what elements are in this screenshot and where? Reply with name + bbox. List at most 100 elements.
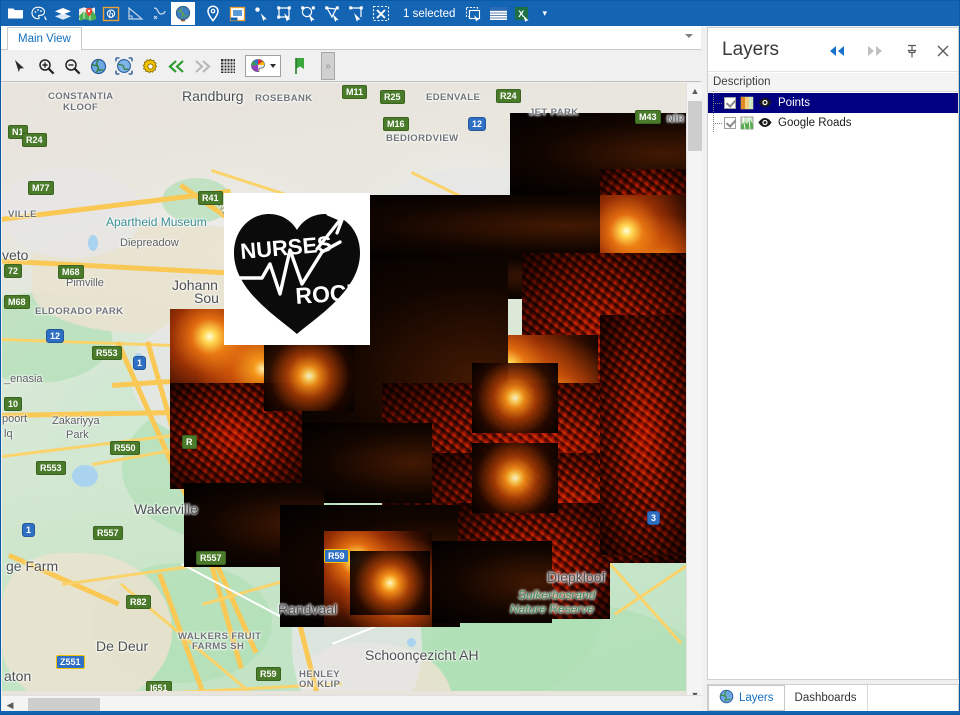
layer-row-points[interactable]: Points xyxy=(708,91,958,113)
map-route-shield: 10 xyxy=(4,397,23,411)
clear-selection-icon[interactable] xyxy=(369,2,393,25)
map-route-shield: Z551 xyxy=(56,655,85,669)
map-route-shield: 12 xyxy=(46,329,65,343)
basemap-icon[interactable]: b xyxy=(99,2,123,25)
map-vertical-scrollbar[interactable]: ▲ ▼ xyxy=(686,83,702,703)
close-panel-button[interactable] xyxy=(932,40,954,62)
ribbon-overflow-caret[interactable]: ▾ xyxy=(542,8,547,19)
map-layer-icon xyxy=(740,116,754,130)
map-color-palette-dropdown[interactable] xyxy=(245,55,281,77)
layer-row-google-roads[interactable]: Google Roads xyxy=(708,111,958,133)
tab-dashboards[interactable]: Dashboards xyxy=(785,685,868,711)
points-layer-icon xyxy=(740,96,754,110)
add-map-layer-icon[interactable] xyxy=(75,2,99,25)
map-route-shield: M16 xyxy=(383,117,409,131)
map-route-shield: I651 xyxy=(146,681,172,691)
palette-project-icon[interactable] xyxy=(27,2,51,25)
copy-selection-icon[interactable] xyxy=(462,2,486,25)
raster-tile xyxy=(600,315,686,555)
map-place-label: Schoonçezicht AH xyxy=(365,647,479,663)
map-route-shield: 3 xyxy=(647,511,661,525)
pan-select-tool[interactable] xyxy=(7,53,33,79)
export-excel-icon[interactable]: X xyxy=(510,2,534,25)
map-vscroll-thumb[interactable] xyxy=(688,101,702,151)
map-place-label: ELDORADO PARK xyxy=(35,306,124,317)
raster-tile-hotspot xyxy=(350,551,430,615)
map-route-shield: M11 xyxy=(342,85,368,99)
map-route-shield: R59 xyxy=(256,667,281,681)
layers-stack-icon[interactable] xyxy=(51,2,75,25)
previous-extent-tool[interactable] xyxy=(163,53,189,79)
select-rectangle-icon[interactable] xyxy=(273,2,297,25)
layer-label: Google Roads xyxy=(778,117,852,129)
pin-panel-button[interactable] xyxy=(901,40,923,62)
grid-toggle-tool[interactable] xyxy=(215,53,241,79)
map-place-label: EDENVALE xyxy=(426,92,481,103)
map-place-label: VILLE xyxy=(8,209,37,220)
select-pointer-icon[interactable] xyxy=(249,2,273,25)
map-water xyxy=(72,465,98,487)
tab-dashboards-label: Dashboards xyxy=(794,692,857,704)
measure-area-icon[interactable] xyxy=(123,2,147,25)
zoom-to-world-tool[interactable] xyxy=(85,53,111,79)
select-line-icon[interactable] xyxy=(345,2,369,25)
document-tab-bar: Main View xyxy=(1,26,701,50)
tab-main-view[interactable]: Main View xyxy=(7,27,82,50)
scroll-up-arrow[interactable]: ▲ xyxy=(687,83,703,99)
map-place-label: Diepkloof xyxy=(547,569,606,585)
status-bar xyxy=(1,711,959,714)
layer-visibility-checkbox[interactable] xyxy=(724,97,736,109)
select-polygon-icon[interactable] xyxy=(321,2,345,25)
tab-layers[interactable]: Layers xyxy=(708,685,785,711)
dock-tab-bar: Layers Dashboards xyxy=(707,684,959,712)
map-route-shield: 72 xyxy=(4,264,23,278)
collapse-left-button[interactable] xyxy=(826,40,848,62)
zoom-to-layer-tool[interactable] xyxy=(111,53,137,79)
zoom-out-tool[interactable] xyxy=(59,53,85,79)
open-folder-icon[interactable] xyxy=(3,2,27,25)
map-route-shield: R553 xyxy=(36,461,66,475)
logo-text-line2: ROCK xyxy=(295,278,365,309)
map-route-shield: R41 xyxy=(198,191,223,205)
map-toolbar-overflow[interactable]: » xyxy=(321,52,335,80)
map-settings-tool[interactable] xyxy=(137,53,163,79)
map-viewport[interactable]: N1 Western Bypass xyxy=(2,83,701,703)
nurses-rock-logo: NURSES ROCK xyxy=(224,193,370,345)
layer-visibility-checkbox[interactable] xyxy=(724,117,736,129)
annotation-icon[interactable] xyxy=(225,2,249,25)
select-circle-icon[interactable] xyxy=(297,2,321,25)
globe-view-icon[interactable] xyxy=(171,2,195,25)
layer-eye-icon[interactable] xyxy=(757,96,773,110)
map-place-label: JET PARK xyxy=(529,107,579,118)
layer-label: Points xyxy=(778,97,810,109)
zoom-in-tool[interactable] xyxy=(33,53,59,79)
map-route-shield: R553 xyxy=(92,346,122,360)
map-route-shield: 1 xyxy=(22,523,36,537)
next-extent-tool[interactable] xyxy=(189,53,215,79)
collapse-right-button[interactable] xyxy=(864,40,886,62)
map-place-label: Apartheid Museum xyxy=(106,215,207,229)
tab-layers-label: Layers xyxy=(739,692,774,704)
map-place-label: aton xyxy=(4,668,32,684)
map-route-shield: R59 xyxy=(324,549,349,563)
attribute-table-icon[interactable] xyxy=(486,2,510,25)
tabbar-overflow-caret[interactable] xyxy=(685,34,693,38)
map-route-shield: M43 xyxy=(635,110,661,124)
map-bookmark-flag-icon[interactable] xyxy=(287,53,313,79)
map-place-label: Suikerbosrand xyxy=(518,588,596,602)
map-hscroll-thumb[interactable] xyxy=(28,698,100,712)
layer-eye-icon[interactable] xyxy=(757,116,773,130)
map-route-shield: R xyxy=(182,435,197,449)
map-route-shield: R24 xyxy=(22,133,47,147)
map-route-shield: 12 xyxy=(468,117,487,131)
map-canvas[interactable]: N1 Western Bypass xyxy=(2,83,686,691)
map-route-shield: M77 xyxy=(28,181,54,195)
place-marker-icon[interactable] xyxy=(201,2,225,25)
map-view-toolbar: » xyxy=(1,51,701,82)
map-place-label: Randvaal xyxy=(278,601,338,617)
map-route-shield: R25 xyxy=(380,90,405,104)
map-route-shield: R24 xyxy=(496,89,521,103)
measure-distance-icon[interactable] xyxy=(147,2,171,25)
raster-tile-hotspot xyxy=(472,443,558,513)
globe-icon xyxy=(719,689,734,707)
